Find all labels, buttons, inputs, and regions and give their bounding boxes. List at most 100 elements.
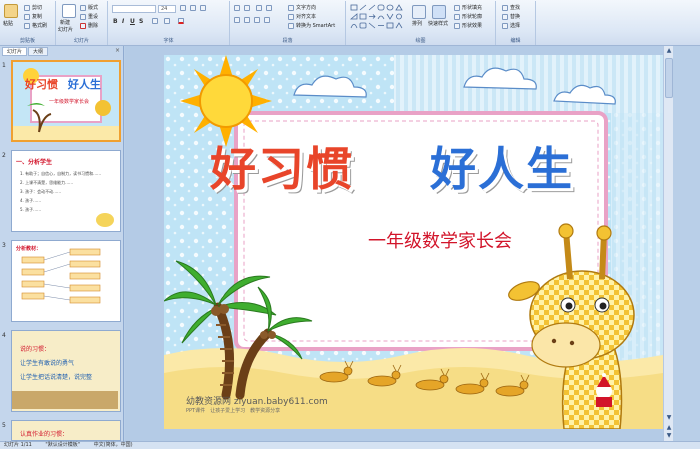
scissors-icon — [24, 4, 30, 11]
thumb-title-a: 好习惯 — [25, 78, 58, 91]
replace-button[interactable]: 替换 — [502, 13, 520, 20]
slides-pane: 幻灯片 大纲 × 1 好习惯 好人生 一年级数学家长会 2 一、分析学生 1. … — [0, 46, 124, 441]
select-button[interactable]: 选择 — [502, 22, 520, 29]
font-size-select[interactable]: 24 — [158, 5, 176, 13]
find-button[interactable]: 查找 — [502, 4, 520, 11]
slide-canvas[interactable]: 好习惯 好人生 一年级数学家长会 幼教资源网 ziyuan.baby611.co… — [164, 55, 663, 429]
copy-icon — [24, 13, 30, 20]
thumb-number: 4 — [2, 332, 6, 339]
new-slide-button[interactable]: 新建 — [60, 19, 70, 26]
layout-icon — [80, 4, 86, 11]
reset-button[interactable]: 重设 — [80, 13, 98, 20]
underline-button[interactable]: U — [130, 18, 135, 25]
align-right-icon — [254, 17, 260, 23]
tab-slides[interactable]: 幻灯片 — [2, 47, 28, 56]
shadow-button[interactable]: S — [139, 18, 143, 25]
layout-button[interactable]: 版式 — [80, 4, 98, 11]
thumb-2-line: 5. 孩子…… — [20, 207, 42, 212]
scroll-up-icon[interactable]: ▲ — [665, 47, 673, 55]
slide-title-part-b: 好人生 — [430, 142, 575, 196]
quick-styles-icon[interactable] — [432, 5, 446, 19]
clipboard-group: 粘贴 剪切 复制 格式刷 剪贴板 — [0, 1, 56, 45]
case-button[interactable] — [164, 18, 170, 24]
new-slide-icon[interactable] — [62, 4, 76, 18]
next-slide-icon[interactable]: ▼ — [665, 432, 673, 440]
align-right-button[interactable] — [254, 17, 260, 23]
format-painter-button[interactable]: 格式刷 — [24, 22, 47, 29]
vertical-scrollbar[interactable]: ▲ ▼ ▲ ▼ — [663, 46, 673, 441]
slide-thumbnail-4[interactable]: 说的习惯： 让学生有敢说的勇气 让学生把话说清楚，说完整 — [11, 330, 121, 412]
bullets-button[interactable] — [234, 5, 240, 11]
replace-icon — [502, 13, 508, 20]
shapes-gallery[interactable] — [350, 4, 406, 30]
paste-icon[interactable] — [4, 4, 18, 18]
watermark-text: 幼教资源网 ziyuan.baby611.com — [186, 397, 328, 407]
delete-icon — [80, 22, 86, 29]
slide-title-part-a: 好习惯 — [210, 142, 354, 196]
binoculars-icon — [502, 4, 508, 11]
smartart-button[interactable]: 转换为 SmartArt — [288, 22, 335, 29]
clear-format-button[interactable] — [200, 5, 206, 11]
pen-icon — [454, 13, 460, 20]
shape-fill-button[interactable]: 形状填充 — [454, 4, 482, 11]
align-text-button[interactable]: 对齐文本 — [288, 13, 316, 20]
italic-button[interactable]: I — [122, 18, 124, 25]
arrange-icon[interactable] — [412, 5, 426, 19]
align-center-button[interactable] — [244, 17, 250, 23]
close-icon[interactable]: × — [115, 47, 120, 54]
slide-thumbnail-2[interactable]: 一、分析学生 1. 有助于；自信心，自制力，读书习惯和…… 2. 上课不清楚，思… — [11, 150, 121, 232]
scroll-thumb[interactable] — [665, 58, 673, 98]
thumb-2-decoration — [96, 213, 114, 227]
drawing-group: 排列 快速样式 形状填充 形状轮廓 形状效果 绘图 — [346, 1, 496, 45]
scroll-down-icon[interactable]: ▼ — [665, 414, 673, 422]
brush-icon — [24, 22, 30, 29]
editing-label: 编辑 — [510, 38, 521, 44]
paragraph-label: 段落 — [282, 38, 293, 44]
spacing-button[interactable] — [152, 18, 158, 24]
slide-thumbnail-5[interactable]: 认真作业的习惯： — [11, 420, 121, 441]
font-color-button[interactable] — [178, 18, 184, 24]
new-slide-label: 幻灯片 — [58, 27, 74, 33]
numbering-icon — [244, 5, 250, 11]
quick-styles-button[interactable]: 快速样式 — [428, 20, 448, 27]
text-direction-icon — [288, 4, 294, 11]
paste-button[interactable]: 粘贴 — [3, 20, 13, 27]
indent-button[interactable] — [256, 5, 262, 11]
align-text-icon — [288, 13, 294, 20]
thumb-number: 1 — [2, 62, 6, 69]
shape-outline-button[interactable]: 形状轮廓 — [454, 13, 482, 20]
shape-effects-button[interactable]: 形状效果 — [454, 22, 482, 29]
tab-outline[interactable]: 大纲 — [28, 47, 49, 56]
justify-icon — [264, 17, 270, 23]
delete-slide-button[interactable]: 删除 — [80, 22, 98, 29]
status-bar: 幻灯片 1/11 "默认设计模板" 中文(简体，中国) — [0, 441, 700, 449]
ribbon: 粘贴 剪切 复制 格式刷 剪贴板 新建 幻灯片 版式 重设 删除 幻灯片 24 … — [0, 0, 700, 46]
font-name-select[interactable] — [112, 5, 156, 13]
clipboard-label: 剪贴板 — [19, 38, 35, 44]
shrink-font-button[interactable] — [190, 5, 196, 11]
justify-button[interactable] — [264, 17, 270, 23]
outdent-icon — [266, 5, 272, 11]
grow-font-icon — [180, 5, 186, 11]
align-left-icon — [234, 17, 240, 23]
pane-tabs: 幻灯片 大纲 — [2, 47, 49, 56]
bold-button[interactable]: B — [113, 18, 118, 25]
paragraph-group: 文字方向 对齐文本 转换为 SmartArt 段落 — [230, 1, 346, 45]
cut-button[interactable]: 剪切 — [24, 4, 42, 11]
reset-icon — [80, 13, 86, 20]
slide-subtitle[interactable]: 一年级数学家长会 — [368, 227, 512, 253]
previous-slide-icon[interactable]: ▲ — [665, 424, 673, 432]
slide-title[interactable]: 好习惯 好人生 — [210, 133, 574, 199]
paint-bucket-icon — [454, 4, 460, 11]
slide-thumbnail-3[interactable]: 分析教材： — [11, 240, 121, 322]
copy-button[interactable]: 复制 — [24, 13, 42, 20]
shrink-font-icon — [190, 5, 196, 11]
arrange-button[interactable]: 排列 — [412, 20, 422, 27]
outdent-button[interactable] — [266, 5, 272, 11]
grow-font-button[interactable] — [180, 5, 186, 11]
text-direction-button[interactable]: 文字方向 — [288, 4, 316, 11]
align-left-button[interactable] — [234, 17, 240, 23]
bullets-icon — [234, 5, 240, 11]
slide-thumbnail-1[interactable]: 好习惯 好人生 一年级数学家长会 — [11, 60, 121, 142]
numbering-button[interactable] — [244, 5, 250, 11]
